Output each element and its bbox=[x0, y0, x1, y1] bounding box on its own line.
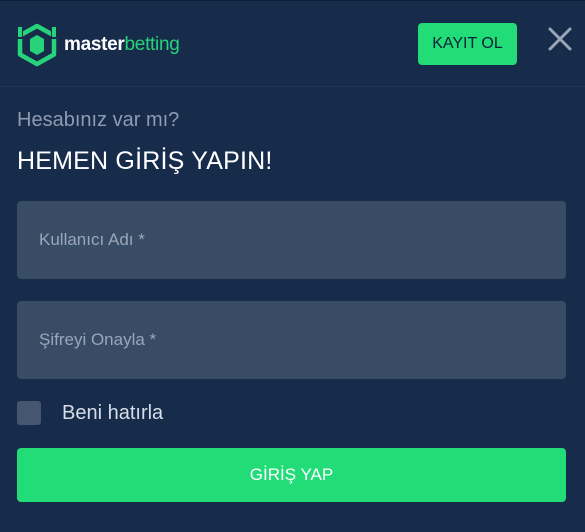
login-modal: masterbetting KAYIT OL Hesabınız var mı?… bbox=[0, 0, 585, 532]
username-input[interactable] bbox=[17, 201, 566, 279]
modal-header: masterbetting KAYIT OL bbox=[0, 1, 585, 87]
brand-logo[interactable]: masterbetting bbox=[16, 23, 180, 67]
close-icon bbox=[548, 27, 572, 51]
signup-button[interactable]: KAYIT OL bbox=[418, 23, 517, 65]
remember-me-label: Beni hatırla bbox=[62, 401, 164, 424]
login-submit-button[interactable]: GİRİŞ YAP bbox=[17, 448, 566, 502]
masterbetting-logo-icon bbox=[16, 23, 58, 67]
remember-me-checkbox[interactable] bbox=[17, 401, 41, 425]
close-button[interactable] bbox=[544, 23, 576, 55]
login-title: HEMEN GİRİŞ YAPIN! bbox=[17, 147, 273, 175]
brand-name-part1: master bbox=[64, 33, 125, 55]
remember-me-toggle[interactable]: Beni hatırla bbox=[17, 401, 163, 425]
password-input[interactable] bbox=[17, 301, 566, 379]
login-subtitle: Hesabınız var mı? bbox=[17, 109, 180, 131]
brand-wordmark: masterbetting bbox=[64, 33, 180, 55]
brand-name-part2: betting bbox=[124, 33, 180, 55]
